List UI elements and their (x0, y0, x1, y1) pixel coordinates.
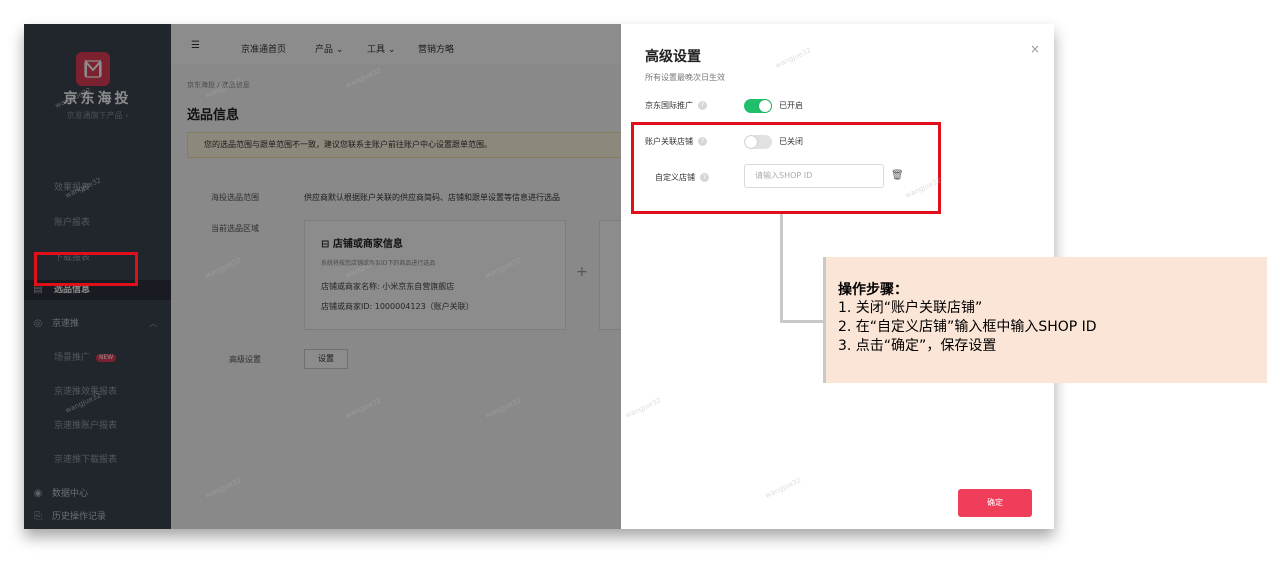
intl-promo-toggle[interactable] (744, 99, 772, 113)
callout-connector (780, 214, 783, 322)
callout-step: 3. 点击“确定”，保存设置 (838, 338, 997, 354)
highlight-box-sidebar (34, 252, 138, 286)
highlight-box-settings (631, 122, 941, 214)
callout-connector (780, 320, 826, 323)
drawer-title: 高级设置 (645, 49, 701, 65)
toggle-knob (759, 100, 771, 112)
callout-title: 操作步骤： (838, 282, 908, 298)
callout-step: 1. 关闭“账户关联店铺” (838, 300, 983, 316)
help-icon[interactable]: ? (698, 101, 707, 110)
callout-step: 2. 在“自定义店铺”输入框中输入SHOP ID (838, 319, 1097, 335)
drawer-subtitle: 所有设置最晚次日生效 (645, 73, 725, 82)
intl-promo-label: 京东国际推广? (645, 100, 707, 111)
intl-promo-label-text: 京东国际推广 (645, 101, 693, 110)
instruction-callout: 操作步骤： 1. 关闭“账户关联店铺” 2. 在“自定义店铺”输入框中输入SHO… (823, 257, 1267, 383)
close-icon[interactable]: × (1030, 42, 1040, 56)
confirm-button[interactable]: 确定 (958, 489, 1032, 517)
screenshot-root: 京东海投 京准通旗下产品 › 效果报表 账户报表 下载报表 ▤ 选品信息 ◎ 京速推… (0, 0, 1267, 573)
intl-promo-state: 已开启 (779, 101, 803, 110)
